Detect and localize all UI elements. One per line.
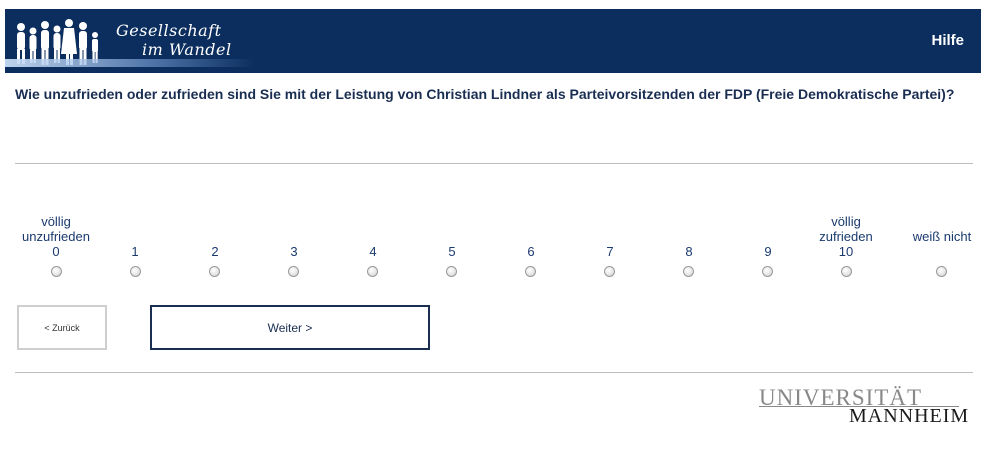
scale-label-2: 2	[175, 244, 255, 259]
back-button[interactable]: < Zurück	[17, 305, 107, 350]
scale-number: 2	[211, 244, 219, 259]
scale-number: 7	[606, 244, 614, 259]
scale-label-8: 8	[649, 244, 729, 259]
radio-8[interactable]	[683, 266, 694, 277]
scale-number: 3	[290, 244, 298, 259]
divider-bottom	[15, 372, 973, 373]
scale-number: 4	[369, 244, 377, 259]
header-bar: Gesellschaft im Wandel Hilfe	[5, 9, 981, 73]
scale-number: 5	[448, 244, 456, 259]
radio-9[interactable]	[762, 266, 773, 277]
scale-label-4: 4	[333, 244, 413, 259]
next-button[interactable]: Weiter >	[150, 305, 430, 350]
scale-number: 9	[764, 244, 772, 259]
left-anchor-label: völlig unzufrieden	[22, 214, 90, 244]
scale-label-10: völlig zufrieden 10	[806, 214, 886, 259]
scale-number: 0	[52, 244, 60, 259]
scale-number: 10	[838, 244, 854, 259]
scale-label-5: 5	[412, 244, 492, 259]
logo-light-streak	[5, 59, 255, 67]
scale-number: 6	[527, 244, 535, 259]
scale-label-7: 7	[570, 244, 650, 259]
radio-3[interactable]	[288, 266, 299, 277]
logo: Gesellschaft im Wandel	[5, 9, 265, 73]
question-text: Wie unzufrieden oder zufrieden sind Sie …	[15, 86, 955, 102]
help-link[interactable]: Hilfe	[931, 32, 964, 49]
scale-number: 8	[685, 244, 693, 259]
scale-label-0: völlig unzufrieden 0	[16, 214, 96, 259]
scale-label-3: 3	[254, 244, 334, 259]
logo-title-line2: im Wandel	[142, 40, 232, 59]
radio-dont-know[interactable]	[936, 266, 947, 277]
radio-0[interactable]	[51, 266, 62, 277]
right-anchor-label: völlig zufrieden	[819, 214, 873, 244]
scale-label-dont-know: weiß nicht	[902, 229, 982, 244]
scale-label-9: 9	[728, 244, 808, 259]
scale-label-1: 1	[95, 244, 175, 259]
radio-6[interactable]	[525, 266, 536, 277]
radio-2[interactable]	[209, 266, 220, 277]
logo-title-line1: Gesellschaft	[116, 21, 222, 40]
radio-1[interactable]	[130, 266, 141, 277]
scale-label-6: 6	[491, 244, 571, 259]
radio-4[interactable]	[367, 266, 378, 277]
radio-10[interactable]	[841, 266, 852, 277]
radio-7[interactable]	[604, 266, 615, 277]
dont-know-label: weiß nicht	[912, 229, 972, 244]
university-logo-line2: MANNHEIM	[849, 405, 970, 427]
scale-number: 1	[131, 244, 139, 259]
radio-5[interactable]	[446, 266, 457, 277]
divider-top	[15, 163, 973, 164]
